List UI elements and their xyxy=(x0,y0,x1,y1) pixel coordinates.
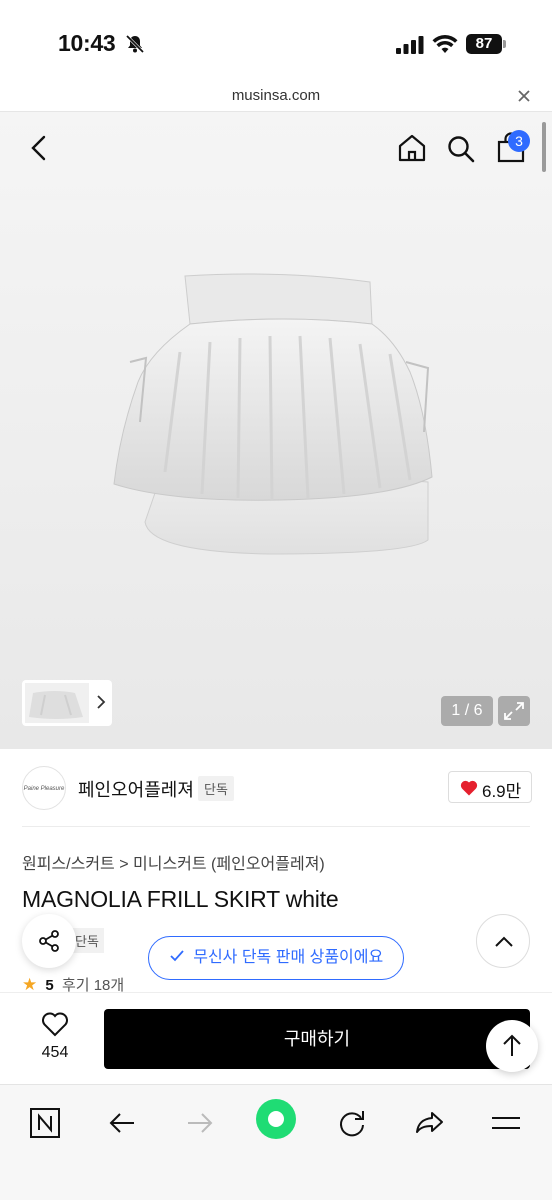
bell-muted-icon xyxy=(124,33,146,60)
wifi-icon xyxy=(432,34,458,59)
battery-indicator: 87 xyxy=(466,34,502,54)
browser-toolbar xyxy=(0,1084,552,1200)
status-time: 10:43 xyxy=(58,30,116,56)
expand-icon[interactable] xyxy=(498,696,530,726)
share-icon xyxy=(39,930,59,952)
refresh-icon[interactable] xyxy=(332,1103,372,1143)
naver-n-icon[interactable] xyxy=(26,1103,66,1143)
check-icon xyxy=(169,949,193,966)
product-title: MAGNOLIA FRILL SKIRT white xyxy=(22,886,339,912)
exclusive-toast: 무신사 단독 판매 상품이에요 xyxy=(148,936,404,980)
search-icon[interactable] xyxy=(446,134,476,169)
brand-name[interactable]: 페인오어플레져 xyxy=(78,776,194,802)
close-icon[interactable] xyxy=(518,86,530,107)
brand-row[interactable]: Paine Pleasure 페인오어플레져 단독 6.9만 xyxy=(22,764,532,812)
chevron-up-icon xyxy=(495,936,513,947)
heart-filled-icon xyxy=(460,780,478,801)
menu-icon[interactable] xyxy=(486,1103,526,1143)
wishlist-button[interactable]: 454 xyxy=(26,1011,84,1062)
url-bar[interactable]: musinsa.com xyxy=(0,84,552,112)
product-image-gallery[interactable]: 3 1 / 6 xyxy=(0,112,552,749)
back-icon[interactable] xyxy=(104,1103,144,1143)
battery-tip xyxy=(503,40,506,48)
exclusive-toast-text: 무신사 단독 판매 상품이에요 xyxy=(193,949,384,966)
home-icon[interactable] xyxy=(396,132,428,169)
brand-like-button[interactable]: 6.9만 xyxy=(448,771,532,803)
share-arrow-icon[interactable] xyxy=(410,1103,450,1143)
collapse-button[interactable] xyxy=(476,914,530,968)
purchase-action-bar: 454 구매하기 xyxy=(0,992,552,1084)
divider xyxy=(22,826,530,827)
exclusive-badge: 단독 xyxy=(198,776,234,801)
url-text[interactable]: musinsa.com xyxy=(0,87,552,104)
brand-logo[interactable]: Paine Pleasure xyxy=(22,766,66,810)
page-scrollbar[interactable] xyxy=(542,122,546,172)
scroll-to-top-button[interactable] xyxy=(486,1020,538,1072)
share-button[interactable] xyxy=(22,914,76,968)
back-arrow-icon[interactable] xyxy=(28,134,48,167)
chevron-right-icon[interactable] xyxy=(96,693,106,716)
image-counter: 1 / 6 xyxy=(441,696,493,726)
signal-icon xyxy=(396,36,424,59)
home-green-icon[interactable] xyxy=(256,1099,296,1139)
forward-icon[interactable] xyxy=(180,1103,220,1143)
category-breadcrumb[interactable]: 원피스/스커트 > 미니스커트 (페인오어플레져) xyxy=(22,850,325,874)
thumbnail-image[interactable] xyxy=(25,683,89,723)
status-bar: 10:43 87 xyxy=(0,0,552,84)
buy-button[interactable]: 구매하기 xyxy=(104,1009,530,1069)
cart-count-badge: 3 xyxy=(508,130,530,152)
product-photo xyxy=(113,273,433,555)
arrow-up-icon xyxy=(503,1034,521,1056)
thumbnail-strip[interactable] xyxy=(22,680,112,726)
heart-outline-icon xyxy=(41,1012,69,1041)
brand-like-count: 6.9만 xyxy=(482,782,522,801)
wishlist-count: 454 xyxy=(41,1044,69,1061)
